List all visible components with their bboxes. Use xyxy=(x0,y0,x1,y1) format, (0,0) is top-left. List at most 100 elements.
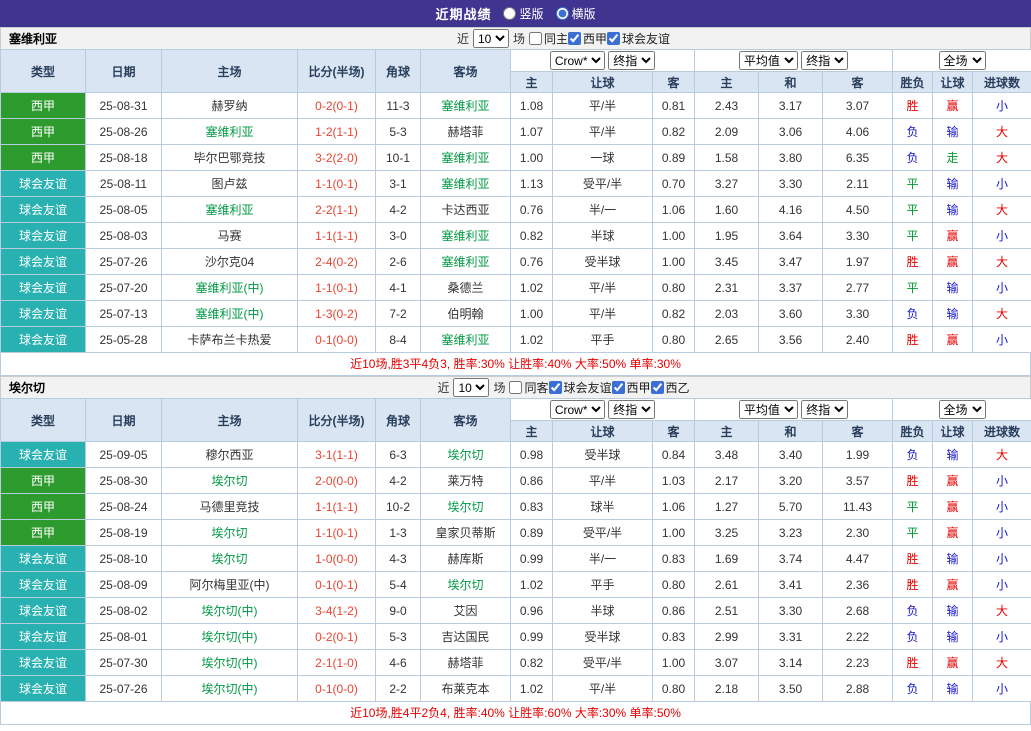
avg-away-odds: 2.11 xyxy=(823,171,893,197)
asian-home-odds: 0.99 xyxy=(511,624,553,650)
match-date: 25-08-26 xyxy=(86,119,162,145)
col-goals: 进球数 xyxy=(973,72,1031,93)
match-row: 西甲25-08-30埃尔切2-0(0-0)4-2莱万特0.86平/半1.032.… xyxy=(1,468,1031,494)
match-row: 球会友谊25-07-13塞维利亚(中)1-3(0-2)7-2伯明翰1.00平/半… xyxy=(1,301,1031,327)
corners-score: 4-2 xyxy=(376,197,421,223)
asian-away-odds: 1.03 xyxy=(653,468,695,494)
match-date: 25-08-09 xyxy=(86,572,162,598)
scope-dropdown: 全场 xyxy=(893,50,1031,72)
average-select[interactable]: 平均值 xyxy=(739,400,798,419)
filter-checkbox[interactable] xyxy=(651,381,664,394)
col-avg-draw: 和 xyxy=(759,72,823,93)
avg-home-odds: 2.99 xyxy=(695,624,759,650)
match-row: 球会友谊25-09-05穆尔西亚3-1(1-1)6-3埃尔切0.98受半球0.8… xyxy=(1,442,1031,468)
match-score: 3-1(1-1) xyxy=(298,442,376,468)
avg-draw-odds: 3.23 xyxy=(759,520,823,546)
avg-away-odds: 11.43 xyxy=(823,494,893,520)
asian-home-odds: 0.83 xyxy=(511,494,553,520)
layout-horizontal-radio[interactable] xyxy=(556,7,569,20)
handicap-result: 输 xyxy=(933,275,973,301)
filter-option[interactable]: 西乙 xyxy=(651,379,690,396)
avg-away-odds: 1.97 xyxy=(823,249,893,275)
match-score: 0-2(0-1) xyxy=(298,624,376,650)
asian-away-odds: 0.81 xyxy=(653,93,695,119)
match-date: 25-05-28 xyxy=(86,327,162,353)
asian-away-odds: 1.00 xyxy=(653,249,695,275)
filter-option[interactable]: 同客 xyxy=(509,379,548,396)
asian-home-odds: 0.89 xyxy=(511,520,553,546)
match-score: 0-1(0-1) xyxy=(298,572,376,598)
handicap-result: 走 xyxy=(933,145,973,171)
match-count-select[interactable]: 10 xyxy=(453,378,489,397)
handicap-result: 赢 xyxy=(933,520,973,546)
match-count-select[interactable]: 10 xyxy=(473,29,509,48)
odds-stage-select[interactable]: 终指 xyxy=(608,400,655,419)
average-stage-select[interactable]: 终指 xyxy=(801,51,848,70)
filter-checkbox[interactable] xyxy=(568,32,581,45)
filter-option[interactable]: 西甲 xyxy=(612,379,651,396)
col-winloss: 胜负 xyxy=(893,72,933,93)
filter-checkbox-label: 同主 xyxy=(544,30,568,47)
match-score: 0-1(0-0) xyxy=(298,327,376,353)
layout-vertical-radio[interactable] xyxy=(503,7,516,20)
win-loss-result: 平 xyxy=(893,171,933,197)
bookmaker-select[interactable]: Crow* xyxy=(550,51,605,70)
filter-option[interactable]: 同主 xyxy=(529,30,568,47)
asian-away-odds: 0.89 xyxy=(653,145,695,171)
avg-home-odds: 3.25 xyxy=(695,520,759,546)
odds-stage-select[interactable]: 终指 xyxy=(608,51,655,70)
corners-score: 3-1 xyxy=(376,171,421,197)
home-team: 图卢兹 xyxy=(162,171,298,197)
col-avg-home: 主 xyxy=(695,72,759,93)
away-team: 塞维利亚 xyxy=(421,327,511,353)
avg-away-odds: 3.57 xyxy=(823,468,893,494)
filter-checkbox[interactable] xyxy=(607,32,620,45)
avg-draw-odds: 3.06 xyxy=(759,119,823,145)
match-date: 25-08-10 xyxy=(86,546,162,572)
match-row: 西甲25-08-24马德里竞技1-1(1-1)10-2埃尔切0.83球半1.06… xyxy=(1,494,1031,520)
match-score: 2-0(0-0) xyxy=(298,468,376,494)
avg-draw-odds: 3.30 xyxy=(759,598,823,624)
col-avg-draw: 和 xyxy=(759,421,823,442)
euro-odds-dropdowns: 平均值 终指 xyxy=(695,399,893,421)
match-date: 25-08-24 xyxy=(86,494,162,520)
corners-score: 6-3 xyxy=(376,442,421,468)
home-team: 卡萨布兰卡热爱 xyxy=(162,327,298,353)
col-asian-home: 主 xyxy=(511,72,553,93)
layout-vertical-option[interactable]: 竖版 xyxy=(503,5,543,22)
average-stage-select[interactable]: 终指 xyxy=(801,400,848,419)
filter-checkbox[interactable] xyxy=(529,32,542,45)
win-loss-result: 负 xyxy=(893,301,933,327)
asian-home-odds: 1.02 xyxy=(511,275,553,301)
filter-option[interactable]: 西甲 xyxy=(568,30,607,47)
asian-handicap: 平/半 xyxy=(553,93,653,119)
average-select[interactable]: 平均值 xyxy=(739,51,798,70)
asian-away-odds: 0.83 xyxy=(653,624,695,650)
layout-horizontal-option[interactable]: 横版 xyxy=(556,5,596,22)
away-team: 埃尔切 xyxy=(421,494,511,520)
home-team: 埃尔切 xyxy=(162,468,298,494)
win-loss-result: 胜 xyxy=(893,650,933,676)
handicap-result: 输 xyxy=(933,624,973,650)
scope-select[interactable]: 全场 xyxy=(939,51,986,70)
avg-away-odds: 2.77 xyxy=(823,275,893,301)
asian-away-odds: 0.82 xyxy=(653,301,695,327)
asian-away-odds: 1.06 xyxy=(653,494,695,520)
filter-checkbox[interactable] xyxy=(549,381,562,394)
handicap-result: 输 xyxy=(933,119,973,145)
avg-home-odds: 3.48 xyxy=(695,442,759,468)
filter-option[interactable]: 球会友谊 xyxy=(607,30,670,47)
handicap-result: 输 xyxy=(933,171,973,197)
win-loss-result: 负 xyxy=(893,145,933,171)
filter-checkbox[interactable] xyxy=(612,381,625,394)
bookmaker-select[interactable]: Crow* xyxy=(550,400,605,419)
filter-option[interactable]: 球会友谊 xyxy=(549,379,612,396)
filter-suffix: 场 xyxy=(513,30,525,47)
home-team: 埃尔切(中) xyxy=(162,650,298,676)
scope-select[interactable]: 全场 xyxy=(939,400,986,419)
asian-home-odds: 1.00 xyxy=(511,145,553,171)
away-team: 赫塔菲 xyxy=(421,119,511,145)
home-team: 埃尔切(中) xyxy=(162,676,298,702)
filter-checkbox[interactable] xyxy=(509,381,522,394)
match-date: 25-09-05 xyxy=(86,442,162,468)
